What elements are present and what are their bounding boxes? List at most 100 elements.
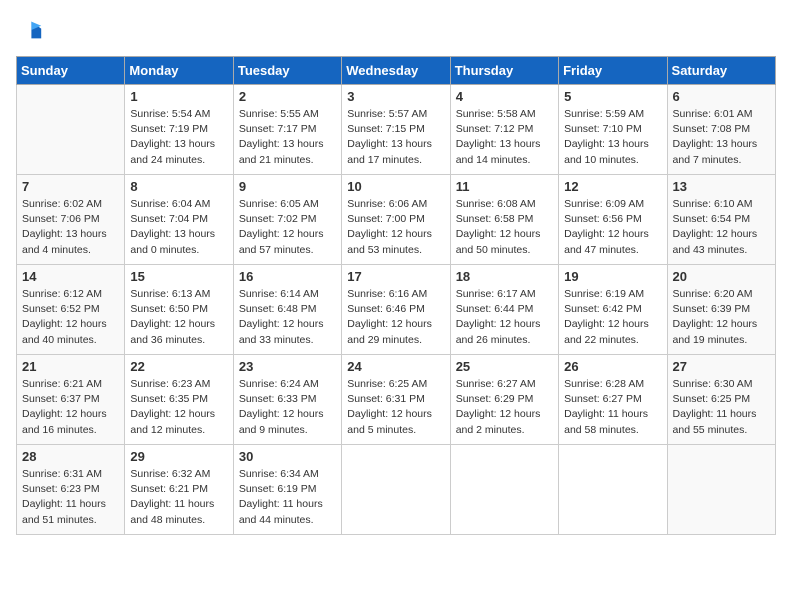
calendar-cell — [342, 445, 450, 535]
day-number: 28 — [22, 449, 119, 464]
cell-info: Sunrise: 6:06 AMSunset: 7:00 PMDaylight:… — [347, 197, 444, 258]
cell-info: Sunrise: 6:02 AMSunset: 7:06 PMDaylight:… — [22, 197, 119, 258]
calendar-cell — [450, 445, 558, 535]
cell-info: Sunrise: 6:21 AMSunset: 6:37 PMDaylight:… — [22, 377, 119, 438]
cell-info: Sunrise: 6:19 AMSunset: 6:42 PMDaylight:… — [564, 287, 661, 348]
day-number: 18 — [456, 269, 553, 284]
cell-info: Sunrise: 5:57 AMSunset: 7:15 PMDaylight:… — [347, 107, 444, 168]
weekday-header-sunday: Sunday — [17, 57, 125, 85]
cell-info: Sunrise: 6:09 AMSunset: 6:56 PMDaylight:… — [564, 197, 661, 258]
calendar-table: SundayMondayTuesdayWednesdayThursdayFrid… — [16, 56, 776, 535]
calendar-cell: 20 Sunrise: 6:20 AMSunset: 6:39 PMDayligh… — [667, 265, 775, 355]
calendar-cell: 19 Sunrise: 6:19 AMSunset: 6:42 PMDayligh… — [559, 265, 667, 355]
day-number: 9 — [239, 179, 336, 194]
day-number: 27 — [673, 359, 770, 374]
cell-info: Sunrise: 6:05 AMSunset: 7:02 PMDaylight:… — [239, 197, 336, 258]
calendar-cell: 8 Sunrise: 6:04 AMSunset: 7:04 PMDaylight… — [125, 175, 233, 265]
day-number: 24 — [347, 359, 444, 374]
calendar-cell: 26 Sunrise: 6:28 AMSunset: 6:27 PMDayligh… — [559, 355, 667, 445]
calendar-week-3: 21 Sunrise: 6:21 AMSunset: 6:37 PMDayligh… — [17, 355, 776, 445]
logo-icon — [16, 16, 44, 44]
day-number: 14 — [22, 269, 119, 284]
day-number: 6 — [673, 89, 770, 104]
day-number: 25 — [456, 359, 553, 374]
calendar-week-2: 14 Sunrise: 6:12 AMSunset: 6:52 PMDayligh… — [17, 265, 776, 355]
day-number: 20 — [673, 269, 770, 284]
calendar-cell: 21 Sunrise: 6:21 AMSunset: 6:37 PMDayligh… — [17, 355, 125, 445]
cell-info: Sunrise: 6:20 AMSunset: 6:39 PMDaylight:… — [673, 287, 770, 348]
cell-info: Sunrise: 6:28 AMSunset: 6:27 PMDaylight:… — [564, 377, 661, 438]
day-number: 13 — [673, 179, 770, 194]
day-number: 4 — [456, 89, 553, 104]
calendar-week-4: 28 Sunrise: 6:31 AMSunset: 6:23 PMDayligh… — [17, 445, 776, 535]
cell-info: Sunrise: 6:31 AMSunset: 6:23 PMDaylight:… — [22, 467, 119, 528]
day-number: 21 — [22, 359, 119, 374]
day-number: 22 — [130, 359, 227, 374]
cell-info: Sunrise: 6:30 AMSunset: 6:25 PMDaylight:… — [673, 377, 770, 438]
day-number: 3 — [347, 89, 444, 104]
day-number: 19 — [564, 269, 661, 284]
cell-info: Sunrise: 6:10 AMSunset: 6:54 PMDaylight:… — [673, 197, 770, 258]
cell-info: Sunrise: 6:16 AMSunset: 6:46 PMDaylight:… — [347, 287, 444, 348]
calendar-cell: 18 Sunrise: 6:17 AMSunset: 6:44 PMDayligh… — [450, 265, 558, 355]
day-number: 17 — [347, 269, 444, 284]
cell-info: Sunrise: 6:27 AMSunset: 6:29 PMDaylight:… — [456, 377, 553, 438]
calendar-cell: 30 Sunrise: 6:34 AMSunset: 6:19 PMDayligh… — [233, 445, 341, 535]
calendar-cell: 25 Sunrise: 6:27 AMSunset: 6:29 PMDayligh… — [450, 355, 558, 445]
day-number: 11 — [456, 179, 553, 194]
weekday-header-tuesday: Tuesday — [233, 57, 341, 85]
calendar-week-1: 7 Sunrise: 6:02 AMSunset: 7:06 PMDaylight… — [17, 175, 776, 265]
day-number: 12 — [564, 179, 661, 194]
weekday-header-wednesday: Wednesday — [342, 57, 450, 85]
calendar-cell — [559, 445, 667, 535]
day-number: 15 — [130, 269, 227, 284]
cell-info: Sunrise: 5:58 AMSunset: 7:12 PMDaylight:… — [456, 107, 553, 168]
calendar-cell — [667, 445, 775, 535]
cell-info: Sunrise: 6:17 AMSunset: 6:44 PMDaylight:… — [456, 287, 553, 348]
day-number: 10 — [347, 179, 444, 194]
calendar-cell: 6 Sunrise: 6:01 AMSunset: 7:08 PMDaylight… — [667, 85, 775, 175]
cell-info: Sunrise: 6:14 AMSunset: 6:48 PMDaylight:… — [239, 287, 336, 348]
day-number: 26 — [564, 359, 661, 374]
day-number: 30 — [239, 449, 336, 464]
calendar-cell — [17, 85, 125, 175]
cell-info: Sunrise: 6:24 AMSunset: 6:33 PMDaylight:… — [239, 377, 336, 438]
day-number: 16 — [239, 269, 336, 284]
calendar-cell: 27 Sunrise: 6:30 AMSunset: 6:25 PMDayligh… — [667, 355, 775, 445]
calendar-cell: 11 Sunrise: 6:08 AMSunset: 6:58 PMDayligh… — [450, 175, 558, 265]
calendar-cell: 15 Sunrise: 6:13 AMSunset: 6:50 PMDayligh… — [125, 265, 233, 355]
calendar-cell: 24 Sunrise: 6:25 AMSunset: 6:31 PMDayligh… — [342, 355, 450, 445]
calendar-cell: 2Sunrise: 5:55 AMSunset: 7:17 PMDaylight… — [233, 85, 341, 175]
cell-info: Sunrise: 6:01 AMSunset: 7:08 PMDaylight:… — [673, 107, 770, 168]
cell-info: Sunrise: 6:12 AMSunset: 6:52 PMDaylight:… — [22, 287, 119, 348]
weekday-header-friday: Friday — [559, 57, 667, 85]
cell-info: Sunrise: 6:08 AMSunset: 6:58 PMDaylight:… — [456, 197, 553, 258]
day-number: 2 — [239, 89, 336, 104]
calendar-cell: 23 Sunrise: 6:24 AMSunset: 6:33 PMDayligh… — [233, 355, 341, 445]
weekday-header-monday: Monday — [125, 57, 233, 85]
day-number: 7 — [22, 179, 119, 194]
cell-info: Sunrise: 6:04 AMSunset: 7:04 PMDaylight:… — [130, 197, 227, 258]
day-number: 1 — [130, 89, 227, 104]
weekday-header-saturday: Saturday — [667, 57, 775, 85]
day-number: 5 — [564, 89, 661, 104]
calendar-cell: 13 Sunrise: 6:10 AMSunset: 6:54 PMDayligh… — [667, 175, 775, 265]
calendar-cell: 10 Sunrise: 6:06 AMSunset: 7:00 PMDayligh… — [342, 175, 450, 265]
calendar-cell: 5Sunrise: 5:59 AMSunset: 7:10 PMDaylight… — [559, 85, 667, 175]
cell-info: Sunrise: 6:25 AMSunset: 6:31 PMDaylight:… — [347, 377, 444, 438]
day-number: 23 — [239, 359, 336, 374]
cell-info: Sunrise: 6:32 AMSunset: 6:21 PMDaylight:… — [130, 467, 227, 528]
calendar-cell: 9 Sunrise: 6:05 AMSunset: 7:02 PMDaylight… — [233, 175, 341, 265]
calendar-cell: 28 Sunrise: 6:31 AMSunset: 6:23 PMDayligh… — [17, 445, 125, 535]
cell-info: Sunrise: 6:34 AMSunset: 6:19 PMDaylight:… — [239, 467, 336, 528]
calendar-cell: 12 Sunrise: 6:09 AMSunset: 6:56 PMDayligh… — [559, 175, 667, 265]
cell-info: Sunrise: 6:13 AMSunset: 6:50 PMDaylight:… — [130, 287, 227, 348]
logo — [16, 16, 48, 44]
day-number: 8 — [130, 179, 227, 194]
cell-info: Sunrise: 5:54 AMSunset: 7:19 PMDaylight:… — [130, 107, 227, 168]
weekday-header-thursday: Thursday — [450, 57, 558, 85]
calendar-cell: 4 Sunrise: 5:58 AMSunset: 7:12 PMDaylight… — [450, 85, 558, 175]
calendar-cell: 14 Sunrise: 6:12 AMSunset: 6:52 PMDayligh… — [17, 265, 125, 355]
calendar-cell: 22Sunrise: 6:23 AMSunset: 6:35 PMDayligh… — [125, 355, 233, 445]
calendar-cell: 1 Sunrise: 5:54 AMSunset: 7:19 PMDaylight… — [125, 85, 233, 175]
